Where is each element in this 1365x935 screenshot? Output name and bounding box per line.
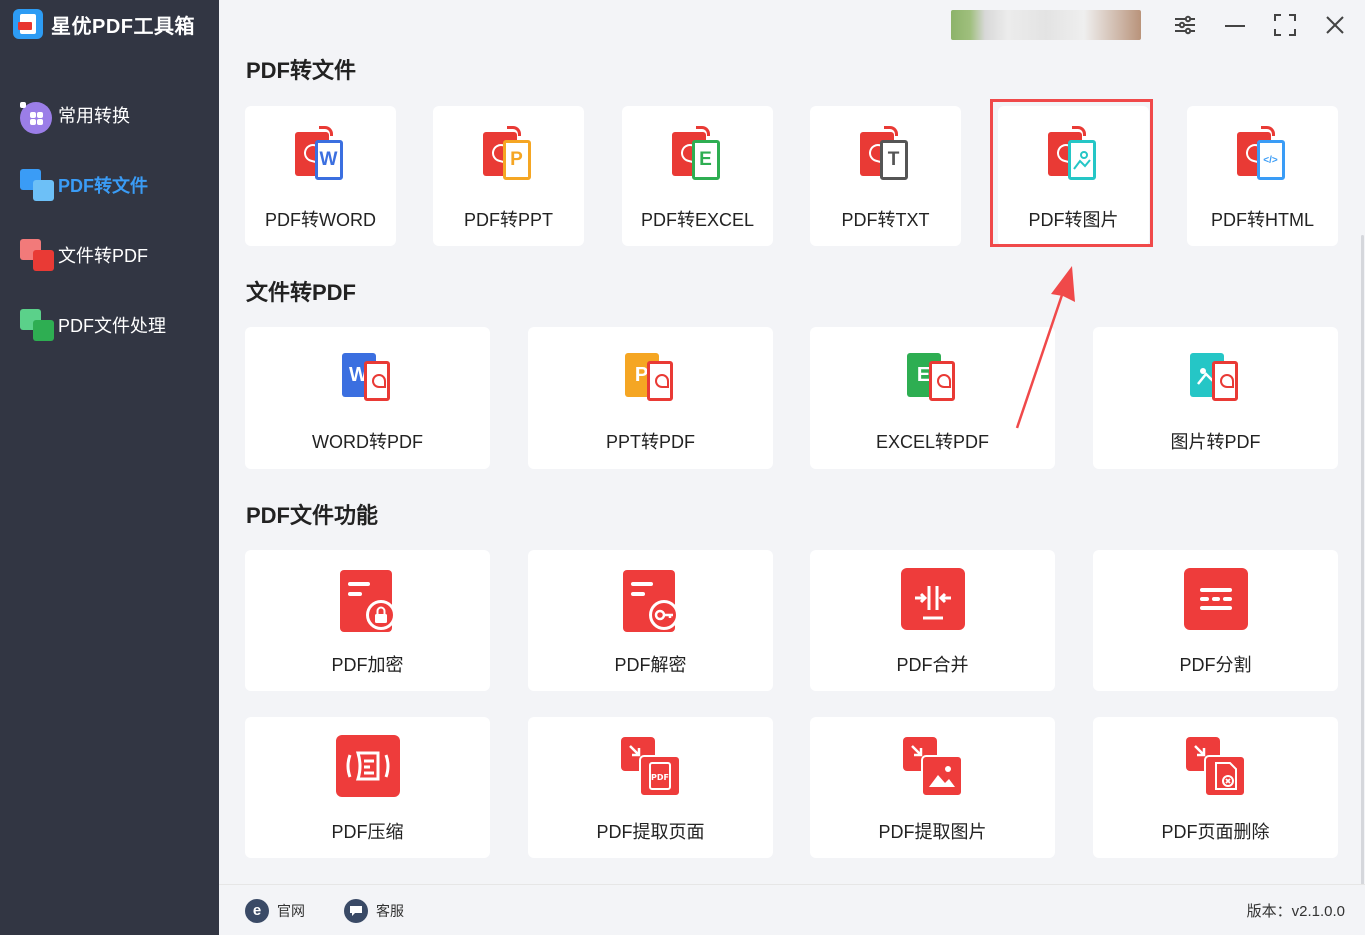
section-title-file-to-pdf: 文件转PDF: [246, 280, 357, 305]
sidebar-item-pdf-to-file[interactable]: PDF转文件: [0, 150, 219, 220]
website-label: 官网: [277, 902, 305, 919]
user-account-blurred[interactable]: [951, 10, 1141, 40]
card-label: PDF提取图片: [878, 822, 987, 842]
card-word-to-pdf[interactable]: W WORD转PDF: [245, 327, 490, 469]
official-website-link[interactable]: e 官网: [245, 885, 305, 935]
card-label: PDF转TXT: [841, 210, 930, 230]
service-label: 客服: [376, 902, 404, 919]
settings-sliders-icon[interactable]: [1172, 12, 1198, 38]
card-label: PPT转PDF: [605, 432, 695, 452]
card-label: PDF转HTML: [1211, 210, 1314, 230]
card-ppt-to-pdf[interactable]: P PPT转PDF: [528, 327, 773, 469]
lock-icon: [336, 568, 400, 632]
card-image-to-pdf[interactable]: 图片转PDF: [1093, 327, 1338, 469]
card-label: PDF页面删除: [1161, 822, 1270, 842]
card-excel-to-pdf[interactable]: E EXCEL转PDF: [810, 327, 1055, 469]
chat-bubble-icon: [344, 898, 368, 923]
card-pdf-to-image[interactable]: PDF转图片: [998, 106, 1149, 246]
delete-pages-icon: [1184, 735, 1248, 799]
pdf-to-html-icon: </>: [1231, 126, 1295, 190]
scrollbar[interactable]: [1361, 235, 1364, 885]
pdf-to-txt-icon: T: [854, 126, 918, 190]
customer-service-link[interactable]: 客服: [344, 885, 404, 935]
app-logo-icon: [13, 9, 43, 39]
pdf-to-image-icon: [1042, 126, 1106, 190]
card-label: PDF加密: [331, 655, 404, 675]
pdf-process-icon: [20, 308, 54, 342]
merge-icon: [900, 568, 965, 632]
sidebar-nav: 常用转换 PDF转文件 文件转PDF PDF文件处理: [0, 80, 219, 360]
minimize-icon[interactable]: [1222, 12, 1248, 38]
sidebar-item-pdf-process[interactable]: PDF文件处理: [0, 290, 219, 360]
svg-text:PDF: PDF: [651, 773, 669, 782]
app-title: 星优PDF工具箱: [51, 15, 195, 38]
pdf-to-word-icon: W: [289, 126, 353, 190]
card-pdf-to-ppt[interactable]: P PDF转PPT: [433, 106, 584, 246]
sidebar-item-label: 常用转换: [58, 106, 130, 126]
card-label: 图片转PDF: [1170, 432, 1261, 452]
section-title-pdf-functions: PDF文件功能: [246, 503, 379, 528]
card-pdf-compress[interactable]: PDF压缩: [245, 717, 490, 858]
card-pdf-split[interactable]: PDF分割: [1093, 550, 1338, 691]
maximize-icon[interactable]: [1272, 12, 1298, 38]
card-label: EXCEL转PDF: [875, 432, 990, 452]
card-label: PDF提取页面: [596, 822, 705, 842]
close-icon[interactable]: [1322, 12, 1348, 38]
footer: e 官网 客服 版本：v2.1.0.0: [219, 884, 1365, 935]
card-pdf-merge[interactable]: PDF合并: [810, 550, 1055, 691]
version-text: 版本：v2.1.0.0: [1246, 903, 1345, 920]
card-pdf-to-excel[interactable]: E PDF转EXCEL: [622, 106, 773, 246]
compress-icon: [335, 735, 400, 799]
card-pdf-to-word[interactable]: W PDF转WORD: [245, 106, 396, 246]
split-icon: [1183, 568, 1248, 632]
card-pdf-extract-images[interactable]: PDF提取图片: [810, 717, 1055, 858]
sidebar-item-file-to-pdf[interactable]: 文件转PDF: [0, 220, 219, 290]
card-label: PDF解密: [614, 655, 687, 675]
excel-to-pdf-icon: E: [901, 347, 965, 411]
card-pdf-to-html[interactable]: </> PDF转HTML: [1187, 106, 1338, 246]
image-to-pdf-icon: [1184, 347, 1248, 411]
card-label: PDF压缩: [331, 822, 404, 842]
extract-pages-icon: PDF: [619, 735, 683, 799]
card-label: PDF转图片: [1028, 210, 1119, 230]
card-pdf-extract-pages[interactable]: PDF PDF提取页面: [528, 717, 773, 858]
card-label: PDF分割: [1179, 655, 1252, 675]
file-to-pdf-icon: [20, 238, 54, 272]
card-label: PDF转EXCEL: [640, 210, 755, 230]
word-to-pdf-icon: W: [336, 347, 400, 411]
extract-images-icon: [901, 735, 965, 799]
sidebar-item-common[interactable]: 常用转换: [0, 80, 219, 150]
card-pdf-delete-pages[interactable]: PDF页面删除: [1093, 717, 1338, 858]
app-brand: 星优PDF工具箱: [13, 9, 195, 39]
card-label: WORD转PDF: [312, 432, 423, 452]
card-label: PDF转WORD: [265, 210, 376, 230]
card-pdf-to-txt[interactable]: T PDF转TXT: [810, 106, 961, 246]
pdf-to-ppt-icon: P: [477, 126, 541, 190]
sidebar-item-label: PDF转文件: [58, 176, 148, 196]
card-label: PDF转PPT: [463, 210, 553, 230]
pdf-to-excel-icon: E: [666, 126, 730, 190]
card-label: PDF合并: [896, 655, 969, 675]
sidebar-item-label: PDF文件处理: [58, 316, 166, 336]
ie-browser-icon: e: [245, 898, 269, 923]
grid-icon: [20, 98, 54, 134]
ppt-to-pdf-icon: P: [619, 347, 683, 411]
sidebar-item-label: 文件转PDF: [58, 246, 148, 266]
card-pdf-decrypt[interactable]: PDF解密: [528, 550, 773, 691]
key-icon: [619, 568, 683, 632]
card-pdf-encrypt[interactable]: PDF加密: [245, 550, 490, 691]
sidebar: 星优PDF工具箱 常用转换 PDF转文件 文件转PDF PDF文件处理: [0, 0, 219, 935]
section-title-pdf-to-file: PDF转文件: [246, 58, 357, 83]
pdf-to-file-icon: [20, 168, 54, 202]
